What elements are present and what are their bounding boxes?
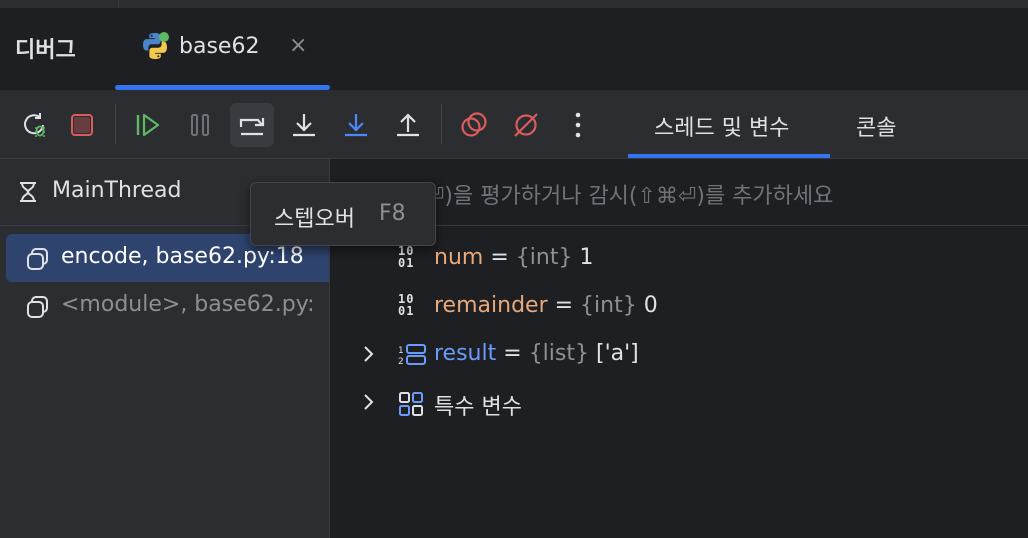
tab-threads-variables-label: 스레드 및 변수 <box>654 116 790 141</box>
frame-icon <box>27 248 48 270</box>
step-into-my-code-icon <box>345 114 367 137</box>
toolbar-separator <box>115 104 116 144</box>
variable-value: 0 <box>643 293 658 318</box>
variable-row[interactable]: 특수 변수 <box>330 381 1028 425</box>
tab-threads-variables[interactable]: 스레드 및 변수 <box>628 90 830 158</box>
tab-base62[interactable]: base62 × <box>115 8 330 90</box>
variable-type: {list} <box>528 341 589 366</box>
variable-row[interactable]: 10 01 remainder = {int} 0 <box>330 285 1028 329</box>
tab-console[interactable]: 콘솔 <box>830 90 930 158</box>
variable-equals: = <box>490 245 509 270</box>
thread-name: MainThread <box>52 178 182 203</box>
variable-name: num <box>434 245 484 270</box>
evaluate-placeholder: ⏎)을 평가하거나 감시(⇧⌘⏎)를 추가하세요 <box>426 184 834 209</box>
step-over-button[interactable] <box>230 103 274 147</box>
mute-breakpoints-icon <box>514 113 538 137</box>
step-over-icon <box>239 118 265 136</box>
tooltip-shortcut: F8 <box>379 201 406 226</box>
more-vertical-icon <box>575 112 581 138</box>
variable-name: remainder <box>434 293 548 318</box>
variable-equals: = <box>503 341 522 366</box>
svg-text:2: 2 <box>398 357 404 367</box>
pause-button[interactable] <box>178 103 222 147</box>
variable-name: result <box>434 341 497 366</box>
variable-row[interactable]: 1 2 result = {list} ['a'] <box>330 333 1028 377</box>
debug-tab-bar: 디버그 base62 × <box>0 8 1028 90</box>
python-icon <box>143 32 169 59</box>
step-over-tooltip: 스텝오버 F8 <box>250 182 436 246</box>
resume-button[interactable] <box>126 103 170 147</box>
active-tab-indicator <box>628 154 830 158</box>
variable-type: {int} <box>580 293 637 318</box>
variable-value: 1 <box>579 245 594 270</box>
top-strip <box>0 0 1028 8</box>
frame-icon <box>27 296 48 318</box>
pause-icon <box>191 114 209 136</box>
chevron-right-icon[interactable] <box>362 343 376 365</box>
svg-text:1: 1 <box>398 346 404 356</box>
binary-icon: 10 01 <box>398 244 415 270</box>
rerun-bug-icon <box>24 113 45 137</box>
rerun-debug-button[interactable] <box>12 103 56 147</box>
variable-name: 특수 변수 <box>434 395 522 420</box>
step-out-button[interactable] <box>386 103 430 147</box>
close-icon[interactable]: × <box>289 34 307 58</box>
special-vars-icon <box>399 392 423 416</box>
top-strip-divider <box>118 0 119 8</box>
list-icon: 1 2 <box>398 344 426 367</box>
debug-tool-title: 디버그 <box>15 38 76 63</box>
mute-breakpoints-button[interactable] <box>504 103 548 147</box>
step-into-button[interactable] <box>282 103 326 147</box>
frame-label: encode, base62.py:18 <box>61 244 304 269</box>
hourglass-icon <box>20 182 36 202</box>
more-button[interactable] <box>556 103 600 147</box>
tab-console-label: 콘솔 <box>856 116 897 141</box>
chevron-right-icon[interactable] <box>362 391 376 413</box>
stop-button[interactable] <box>60 103 104 147</box>
resume-icon <box>136 113 160 137</box>
variable-value: ['a'] <box>596 341 639 366</box>
binary-icon: 10 01 <box>398 292 415 318</box>
step-into-icon <box>293 114 315 137</box>
step-into-my-code-button[interactable] <box>334 103 378 147</box>
stop-icon <box>71 114 93 136</box>
stack-frame-item[interactable]: <module>, base62.py: <box>6 282 329 330</box>
frame-label: <module>, base62.py: <box>61 292 315 317</box>
variable-type: {int} <box>515 245 573 270</box>
toolbar-separator <box>441 104 442 144</box>
tab-label: base62 <box>179 34 260 59</box>
tooltip-label: 스텝오버 <box>274 207 355 232</box>
debug-toolbar: 스레드 및 변수 콘솔 <box>0 90 1028 159</box>
breakpoints-icon <box>461 112 487 137</box>
step-out-icon <box>397 113 419 137</box>
variable-equals: = <box>554 293 574 318</box>
view-breakpoints-button[interactable] <box>452 103 496 147</box>
